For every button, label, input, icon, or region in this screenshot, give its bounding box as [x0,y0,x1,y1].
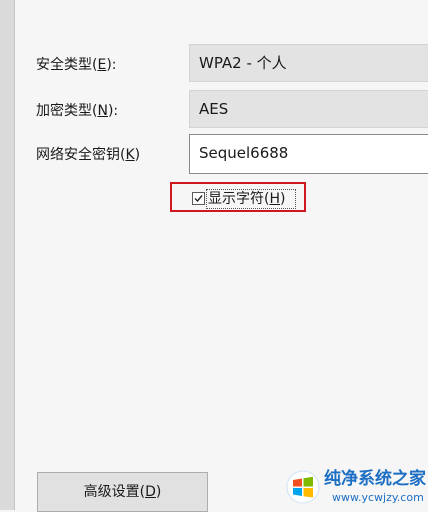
site-watermark: 纯净系统之家 www.ycwjzy.com [286,466,428,510]
encryption-type-select[interactable]: AES [189,90,428,128]
checkmark-icon [194,195,203,203]
show-characters-checkbox[interactable] [192,192,205,205]
window-left-border [0,0,15,510]
security-type-label: 安全类型(E): [36,57,117,73]
watermark-url: www.ycwjzy.com [332,491,424,504]
security-type-select[interactable]: WPA2 - 个人 [189,44,428,82]
windows-logo-icon [286,470,320,504]
encryption-type-label: 加密类型(N): [36,103,119,119]
show-characters-label[interactable]: 显示字符(H) [208,190,285,208]
network-key-input[interactable]: Sequel6688 [189,134,428,174]
watermark-title: 纯净系统之家 [324,469,426,489]
network-key-label: 网络安全密钥(K) [36,147,141,163]
advanced-settings-button[interactable]: 高级设置(D) [37,472,208,512]
